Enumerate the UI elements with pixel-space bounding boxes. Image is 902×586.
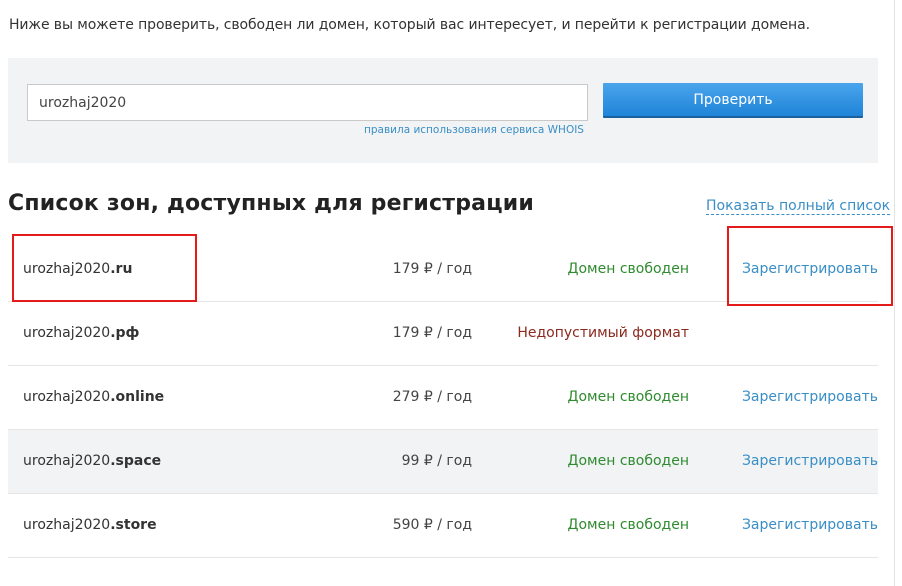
domain-name: urozhaj2020.ru <box>23 261 133 277</box>
domain-status: Недопустимый формат <box>517 325 689 341</box>
zone-row-rf: urozhaj2020.рф 179 ₽ / год Недопустимый … <box>8 302 878 366</box>
zones-list: urozhaj2020.ru 179 ₽ / год Домен свободе… <box>8 238 878 558</box>
check-domain-button[interactable]: Проверить <box>603 83 863 118</box>
domain-status: Домен свободен <box>567 517 689 533</box>
domain-price: 279 ₽ / год <box>392 389 472 405</box>
register-link[interactable]: Зарегистрировать <box>742 238 878 301</box>
domain-status: Домен свободен <box>567 389 689 405</box>
domain-search-input[interactable] <box>27 84 588 121</box>
domain-price: 179 ₽ / год <box>392 325 472 341</box>
zone-row-ru: urozhaj2020.ru 179 ₽ / год Домен свободе… <box>8 238 878 302</box>
domain-name: urozhaj2020.store <box>23 517 157 533</box>
intro-text: Ниже вы можете проверить, свободен ли до… <box>9 17 810 33</box>
register-link[interactable]: Зарегистрировать <box>742 494 878 557</box>
whois-rules-link[interactable]: правила использования сервиса WHOIS <box>364 124 584 136</box>
domain-search-panel: правила использования сервиса WHOIS Пров… <box>8 58 878 163</box>
show-full-list-link[interactable]: Показать полный список <box>706 198 891 215</box>
domain-price: 99 ₽ / год <box>401 453 472 469</box>
page-divider <box>894 0 895 586</box>
zone-row-store: urozhaj2020.store 590 ₽ / год Домен своб… <box>8 494 878 558</box>
register-link[interactable]: Зарегистрировать <box>742 430 878 493</box>
zone-row-space: urozhaj2020.space 99 ₽ / год Домен свобо… <box>8 430 878 494</box>
register-link[interactable]: Зарегистрировать <box>742 366 878 429</box>
zone-row-online: urozhaj2020.online 279 ₽ / год Домен сво… <box>8 366 878 430</box>
domain-status: Домен свободен <box>567 261 689 277</box>
domain-name: urozhaj2020.рф <box>23 325 140 341</box>
domain-price: 179 ₽ / год <box>392 261 472 277</box>
domain-name: urozhaj2020.space <box>23 453 162 469</box>
domain-name: urozhaj2020.online <box>23 389 165 405</box>
domain-price: 590 ₽ / год <box>392 517 472 533</box>
domain-status: Домен свободен <box>567 453 689 469</box>
zones-title: Список зон, доступных для регистрации <box>8 191 534 216</box>
